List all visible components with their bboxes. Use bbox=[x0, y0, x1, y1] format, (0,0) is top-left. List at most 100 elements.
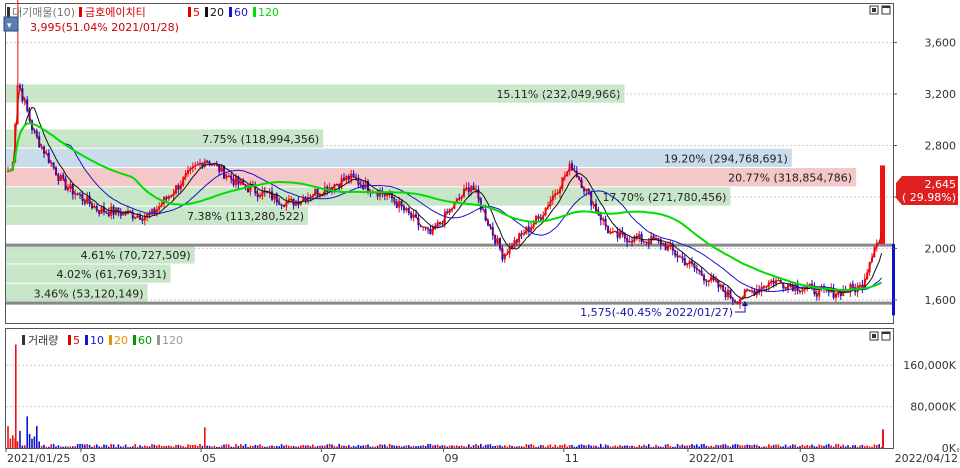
volume-bar bbox=[691, 443, 693, 448]
volume-bar bbox=[388, 443, 391, 448]
volume-bar bbox=[756, 444, 758, 448]
volume-bar bbox=[57, 445, 60, 448]
volume-bar bbox=[676, 443, 679, 448]
volume-bar bbox=[849, 446, 852, 448]
volume-bar bbox=[667, 443, 669, 448]
volume-bar bbox=[180, 445, 182, 448]
volume-bar bbox=[100, 446, 103, 448]
volume-bar bbox=[451, 445, 453, 448]
maximize-icon-inner bbox=[882, 332, 890, 334]
volume-bar bbox=[818, 444, 820, 448]
volume-bar bbox=[559, 445, 561, 448]
volume-bar bbox=[204, 427, 206, 448]
volume-bar bbox=[564, 444, 566, 448]
volume-bar bbox=[859, 445, 861, 448]
volume-bar bbox=[177, 444, 180, 448]
volume-bar bbox=[321, 445, 324, 448]
volume-bar bbox=[852, 445, 854, 448]
volume-bar bbox=[432, 445, 434, 448]
volume-bar bbox=[134, 444, 136, 448]
volume-bar bbox=[33, 436, 36, 448]
volume-bar bbox=[72, 446, 74, 448]
legend-marker bbox=[68, 335, 71, 345]
volume-bar bbox=[237, 445, 240, 448]
volume-bar bbox=[79, 443, 81, 448]
volume-bar bbox=[640, 446, 643, 448]
volume-bar bbox=[439, 446, 441, 448]
volume-bar bbox=[151, 444, 153, 448]
volume-bar bbox=[415, 446, 417, 448]
volume-bar bbox=[43, 444, 45, 448]
volume-bar bbox=[624, 445, 626, 448]
volume-bar bbox=[67, 446, 69, 448]
volume-bar bbox=[139, 445, 141, 448]
legend-label: 120 bbox=[162, 334, 183, 347]
volume-bar bbox=[453, 445, 456, 448]
volume-bar bbox=[194, 444, 196, 448]
volume-bar bbox=[868, 446, 871, 448]
volume-bar bbox=[696, 444, 698, 448]
volume-bar bbox=[504, 445, 506, 448]
volume-bar bbox=[820, 445, 823, 448]
minimize-icon-inner bbox=[872, 334, 876, 338]
volume-bar bbox=[861, 444, 864, 448]
volume-bar bbox=[110, 443, 112, 448]
volume-bar bbox=[547, 445, 549, 448]
volume-bar bbox=[520, 446, 523, 448]
volume-bar bbox=[568, 445, 571, 448]
volume-bar bbox=[748, 444, 751, 448]
volume-bar bbox=[381, 444, 384, 448]
volume-bar bbox=[192, 445, 194, 448]
volume-bar bbox=[523, 446, 525, 448]
volume-bar bbox=[751, 445, 753, 448]
volume-bar bbox=[729, 446, 732, 448]
volume-bar bbox=[252, 445, 254, 448]
volume-bar bbox=[621, 446, 624, 448]
volume-bar bbox=[619, 444, 621, 448]
volume-bar bbox=[684, 445, 686, 448]
volume-bar bbox=[715, 444, 717, 448]
volume-bar bbox=[264, 446, 266, 448]
volume-bar bbox=[744, 445, 746, 448]
volume-bar bbox=[403, 446, 405, 448]
volume-bar bbox=[492, 446, 494, 448]
volume-bar bbox=[592, 445, 595, 448]
volume-bar bbox=[386, 446, 388, 448]
volume-bar bbox=[712, 446, 715, 448]
volume-bar bbox=[530, 443, 532, 448]
volume-bar bbox=[710, 445, 712, 448]
volume-bar bbox=[472, 445, 475, 448]
volume-bar bbox=[31, 438, 33, 448]
volume-bar bbox=[672, 446, 674, 448]
volume-bar bbox=[372, 446, 374, 448]
volume-bar bbox=[391, 444, 393, 448]
volume-bar bbox=[184, 446, 187, 448]
volume-bar bbox=[290, 446, 292, 448]
volume-profile-label: 7.38% (113,280,522) bbox=[187, 210, 304, 223]
volume-bar bbox=[348, 445, 350, 448]
stock-chart: 3.46% (53,120,149) 4.02% (61,769,331) 4.61… bbox=[3, 0, 959, 465]
volume-bar bbox=[487, 444, 489, 448]
volume-bar bbox=[542, 445, 544, 448]
volume-bar bbox=[352, 445, 355, 448]
legend-marker bbox=[188, 7, 191, 17]
volume-bar bbox=[456, 445, 458, 448]
volume-bar bbox=[160, 446, 163, 448]
volume-bar bbox=[578, 444, 580, 448]
volume-bar bbox=[537, 446, 540, 448]
volume-bar bbox=[590, 445, 592, 448]
volume-bar bbox=[52, 443, 55, 448]
volume-bar bbox=[168, 445, 170, 448]
volume-bar bbox=[132, 446, 134, 448]
volume-bar bbox=[316, 445, 319, 448]
volume-bar bbox=[760, 446, 763, 448]
candle-body bbox=[892, 243, 895, 316]
volume-bar bbox=[705, 445, 708, 448]
volume-bar bbox=[463, 446, 465, 448]
volume-bar bbox=[528, 444, 530, 448]
volume-bar bbox=[475, 443, 477, 448]
volume-bar bbox=[864, 446, 866, 448]
volume-bar bbox=[734, 444, 736, 448]
volume-bar bbox=[84, 444, 86, 448]
volume-bar bbox=[376, 445, 379, 448]
